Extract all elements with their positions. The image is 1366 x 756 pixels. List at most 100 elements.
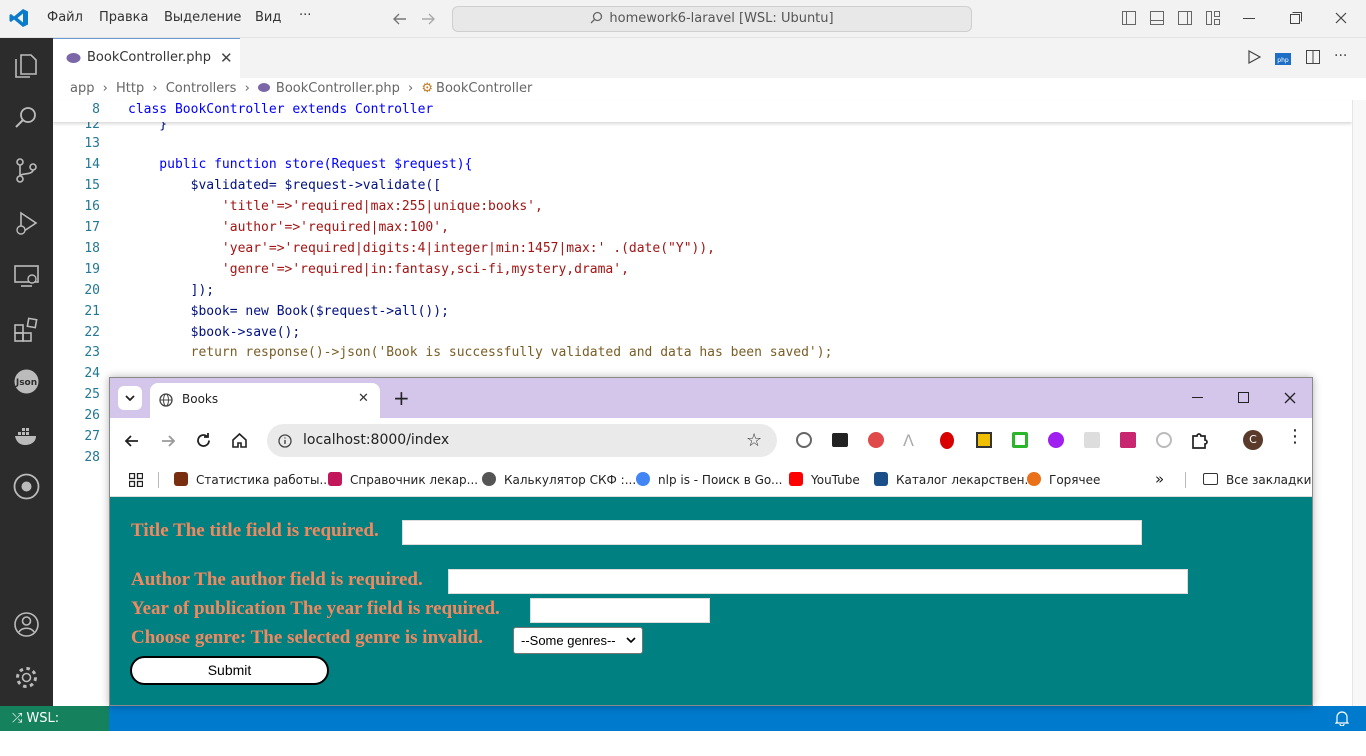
customize-layout-icon[interactable] — [1205, 10, 1221, 26]
tab-bookcontroller[interactable]: BookController.php ✕ — [53, 38, 240, 78]
tab-close-icon[interactable]: ✕ — [220, 39, 233, 77]
extensions-icon[interactable] — [13, 316, 40, 343]
command-center[interactable]: homework6-laravel [WSL: Ubuntu] — [452, 6, 972, 32]
genre-select[interactable]: --Some genres-- — [513, 627, 643, 654]
status-bar — [0, 706, 1366, 731]
bookmark-favicon-icon — [174, 472, 188, 486]
remote-explorer-icon[interactable] — [13, 263, 40, 290]
search-icon — [590, 11, 603, 24]
forward-arrow-icon[interactable] — [419, 10, 437, 28]
extension-yellow-icon[interactable] — [976, 432, 992, 448]
php-file-icon — [257, 83, 270, 92]
notifications-bell-icon[interactable] — [1335, 711, 1349, 726]
new-tab-plus-icon[interactable]: + — [393, 386, 410, 410]
line-number: 14 — [84, 157, 100, 172]
docker-icon[interactable] — [13, 422, 40, 449]
extension-a-icon[interactable]: Λ — [903, 431, 914, 450]
bookmark-star-icon[interactable]: ☆ — [746, 424, 762, 457]
browser-window: Books ✕ + localhost:8000/index ☆ Λ C ⋮ С… — [109, 377, 1313, 706]
browser-tab-books[interactable]: Books ✕ — [150, 383, 380, 418]
tab-search-button[interactable] — [118, 386, 142, 410]
source-control-icon[interactable] — [13, 157, 40, 184]
tab-label: BookController.php — [87, 50, 211, 65]
menu-selection[interactable]: Выделение — [164, 10, 241, 25]
site-info-icon[interactable] — [278, 434, 292, 448]
minimize-icon[interactable] — [1243, 18, 1255, 20]
address-bar[interactable]: localhost:8000/index ☆ — [267, 424, 777, 457]
run-debug-icon[interactable] — [13, 210, 40, 237]
tab-close-icon[interactable]: ✕ — [358, 383, 369, 415]
breadcrumb-class[interactable]: BookController — [436, 81, 532, 96]
php-run-icon[interactable]: php — [1275, 49, 1291, 65]
editor-scrollbar[interactable] — [1352, 100, 1366, 706]
extension-green-icon[interactable] — [1012, 432, 1028, 448]
bookmark-favicon-icon — [1027, 472, 1041, 486]
forward-arrow-icon[interactable] — [160, 433, 176, 449]
explorer-icon[interactable] — [13, 52, 40, 79]
extension-red-icon[interactable] — [868, 432, 884, 448]
extension-purple-icon[interactable] — [1048, 432, 1064, 448]
restore-icon[interactable] — [1290, 12, 1302, 24]
year-input[interactable] — [530, 598, 710, 623]
maximize-icon[interactable] — [1238, 392, 1249, 403]
extensions-puzzle-icon[interactable] — [1191, 431, 1209, 449]
gitlens-icon[interactable] — [13, 473, 40, 500]
menu-edit[interactable]: Правка — [99, 10, 148, 25]
bookmarks-overflow-icon[interactable]: » — [1155, 470, 1164, 488]
extension-keyboard-icon[interactable] — [832, 433, 848, 447]
profile-avatar[interactable]: C — [1243, 430, 1263, 450]
web-page: Title The title field is required. Autho… — [110, 497, 1312, 705]
home-icon[interactable] — [231, 432, 248, 449]
back-arrow-icon[interactable] — [124, 433, 140, 449]
bookmark-item[interactable]: Справочник лекар... — [328, 463, 478, 497]
bookmark-item[interactable]: YouTube — [789, 463, 860, 497]
bookmark-item[interactable]: nlp is - Поиск в Go... — [636, 463, 783, 497]
account-icon[interactable] — [13, 611, 40, 638]
extension-grey-icon[interactable] — [1084, 432, 1100, 448]
sticky-scroll[interactable]: 8 class BookController extends Controlle… — [53, 100, 1352, 122]
menu-kebab-icon[interactable]: ⋮ — [1286, 428, 1304, 446]
line-number: 27 — [84, 429, 100, 444]
extension-opera-icon[interactable] — [940, 432, 954, 449]
run-icon[interactable] — [1247, 50, 1261, 64]
browser-toolbar: localhost:8000/index ☆ Λ C ⋮ — [110, 418, 1312, 463]
bookmark-item[interactable]: Калькулятор СКФ :... — [482, 463, 636, 497]
menu-file[interactable]: Файл — [47, 10, 83, 25]
bookmark-item[interactable]: Статистика работы... — [174, 463, 331, 497]
title-input[interactable] — [402, 520, 1142, 545]
close-icon[interactable] — [1335, 12, 1347, 24]
close-icon[interactable] — [1284, 392, 1296, 404]
search-icon[interactable] — [13, 104, 40, 131]
more-actions-icon[interactable]: ··· — [1334, 48, 1347, 64]
php-file-icon — [66, 52, 81, 64]
breadcrumb-controllers[interactable]: Controllers — [166, 81, 237, 96]
json-icon[interactable]: Json — [13, 368, 40, 395]
toggle-sidebar-icon[interactable] — [1121, 10, 1137, 26]
all-bookmarks[interactable]: Все закладки — [1203, 463, 1311, 497]
line-number: 13 — [84, 136, 100, 151]
folder-icon — [1203, 473, 1218, 485]
toggle-panel-icon[interactable] — [1149, 10, 1165, 26]
remote-indicator[interactable]: ⤮ WSL: Ubuntu — [0, 706, 109, 751]
breadcrumb-app[interactable]: app — [70, 81, 94, 96]
bookmark-item[interactable]: Каталог лекарствен... — [874, 463, 1036, 497]
google-icon — [636, 472, 650, 486]
manage-gear-icon[interactable] — [13, 664, 40, 691]
minimize-icon[interactable] — [1192, 397, 1203, 399]
author-input[interactable] — [448, 569, 1188, 594]
extension-pink-icon[interactable] — [1120, 432, 1136, 448]
menu-view[interactable]: Вид — [255, 10, 281, 25]
globe-icon — [159, 393, 173, 407]
apps-grid-icon[interactable] — [129, 473, 143, 487]
back-arrow-icon[interactable] — [391, 10, 409, 28]
extension-globe-icon[interactable] — [796, 432, 812, 448]
bookmark-item[interactable]: Горячее — [1027, 463, 1100, 497]
menu-more[interactable]: ··· — [299, 8, 311, 23]
submit-button[interactable]: Submit — [130, 656, 329, 685]
split-editor-icon[interactable] — [1305, 49, 1321, 65]
reload-icon[interactable] — [195, 432, 212, 449]
toggle-secondary-sidebar-icon[interactable] — [1177, 10, 1193, 26]
breadcrumb-file[interactable]: BookController.php — [276, 81, 400, 96]
extension-circle-icon[interactable] — [1156, 432, 1172, 448]
breadcrumb-http[interactable]: Http — [116, 81, 144, 96]
